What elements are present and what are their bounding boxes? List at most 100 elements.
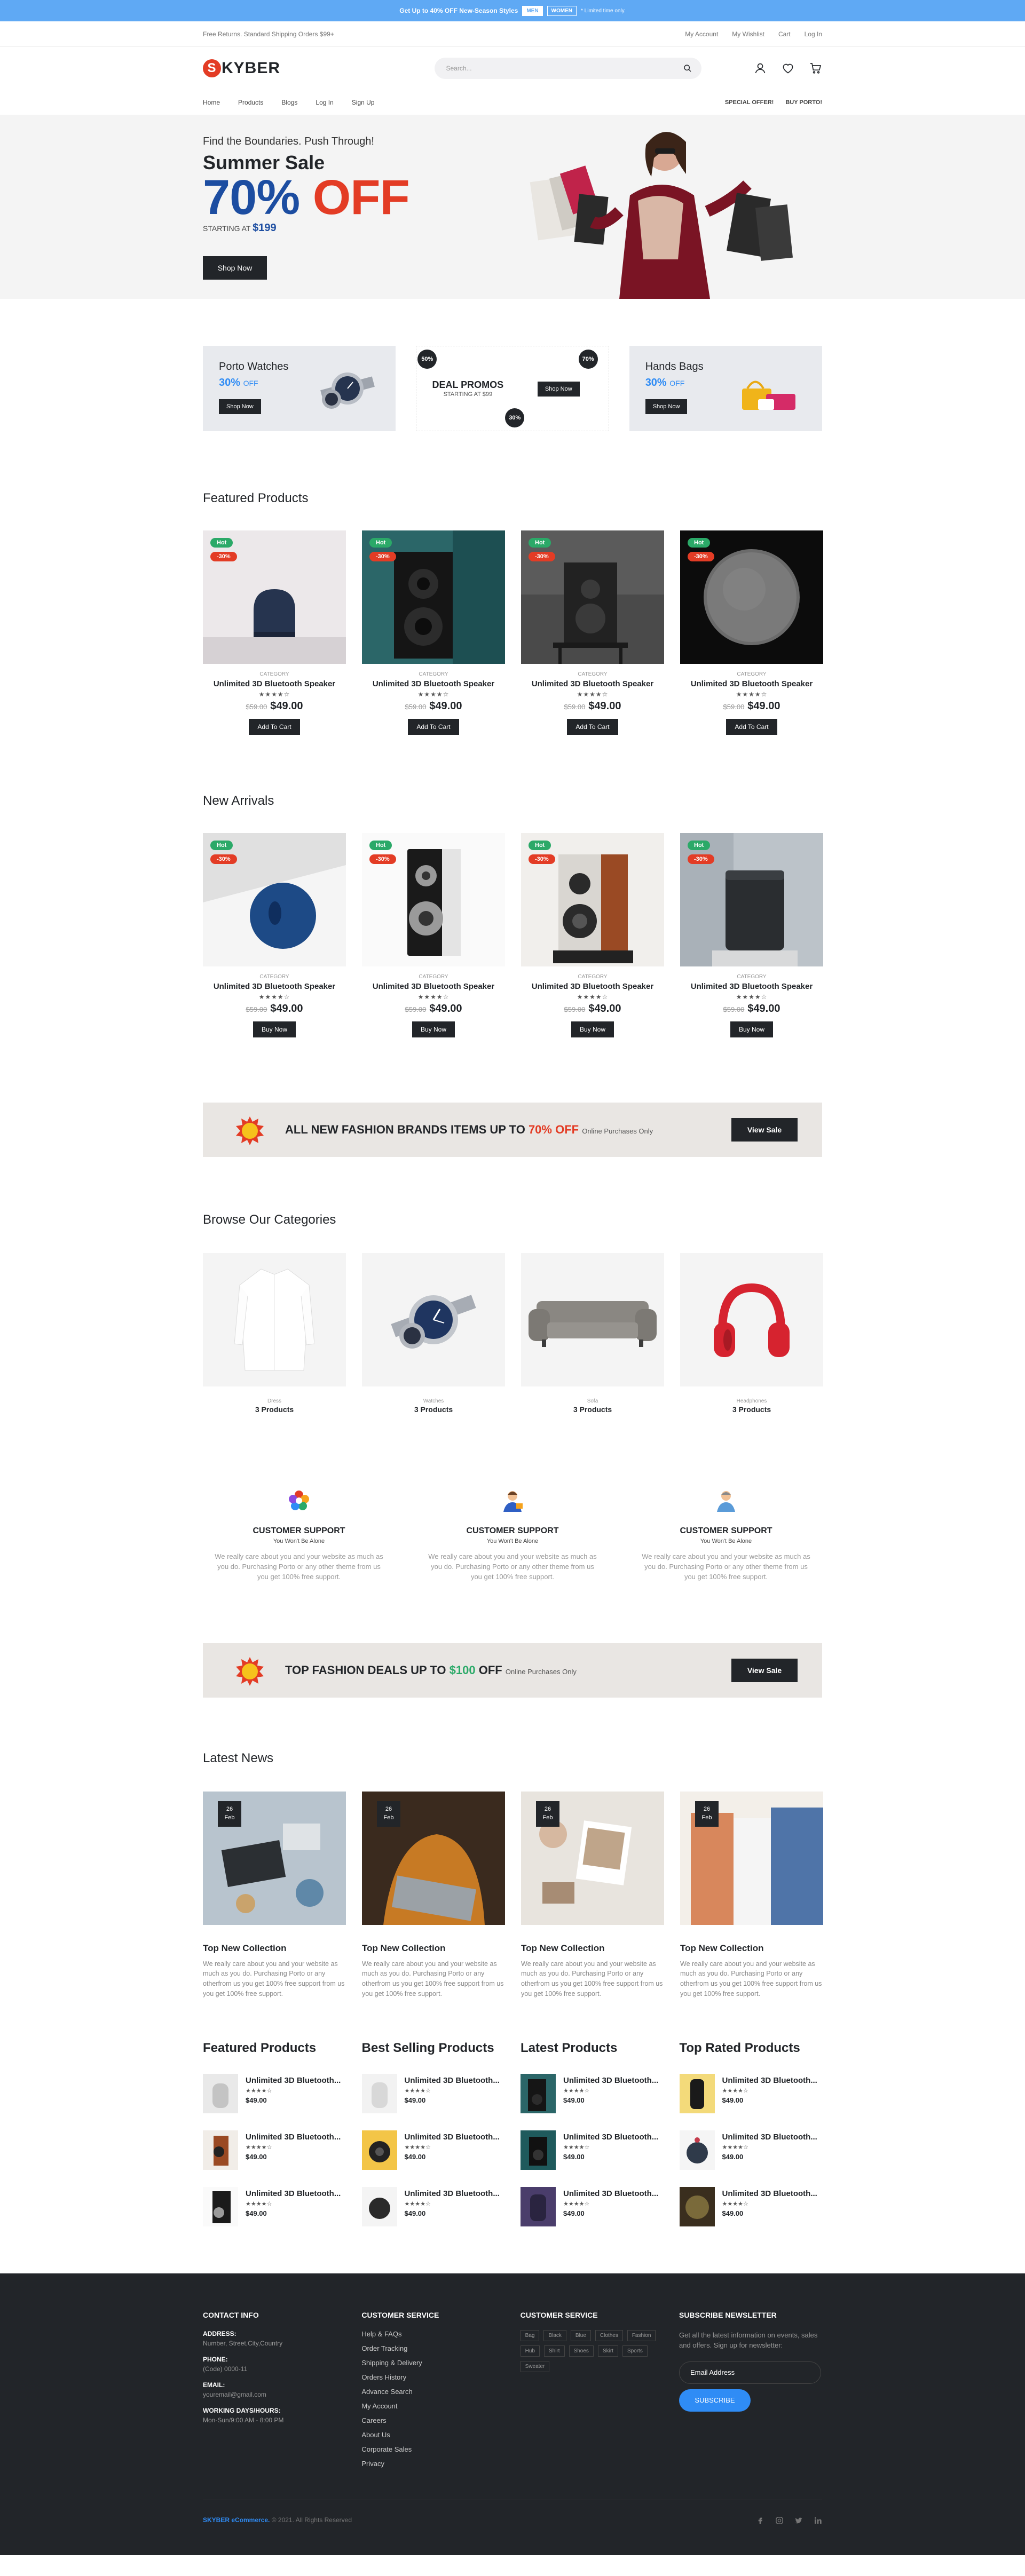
list-item[interactable]: Unlimited 3D Bluetooth... ★★★★☆ $49.00: [361, 2130, 505, 2170]
list-item[interactable]: Unlimited 3D Bluetooth... ★★★★☆ $49.00: [361, 2073, 505, 2113]
nav-signup[interactable]: Sign Up: [352, 99, 375, 106]
product-name[interactable]: Unlimited 3D Bluetooth Speaker: [203, 982, 346, 991]
view-sale-button[interactable]: View Sale: [731, 1658, 798, 1682]
news-image[interactable]: 26 Feb: [680, 1791, 823, 1925]
product-image[interactable]: Hot -30%: [521, 530, 664, 664]
news-card[interactable]: 26 Feb Top New Collection We really care …: [680, 1791, 823, 1999]
nav-login[interactable]: Log In: [316, 99, 333, 106]
twitter-icon[interactable]: [794, 2516, 803, 2525]
list-item[interactable]: Unlimited 3D Bluetooth... ★★★★☆ $49.00: [521, 2130, 664, 2170]
list-item[interactable]: Unlimited 3D Bluetooth... ★★★★☆ $49.00: [361, 2186, 505, 2226]
tag-item[interactable]: Hub: [520, 2345, 540, 2357]
buy-now-button[interactable]: Buy Now: [730, 1021, 774, 1037]
buy-now-button[interactable]: Buy Now: [412, 1021, 455, 1037]
product-card[interactable]: Hot -30% CATEGORY Unlimited 3D Bluetooth…: [680, 530, 823, 735]
news-card[interactable]: 26 Feb Top New Collection We really care …: [203, 1791, 346, 1999]
news-title-link[interactable]: Top New Collection: [521, 1943, 664, 1954]
banner-shop-now-button[interactable]: Shop Now: [645, 399, 688, 414]
footer-link[interactable]: Help & FAQs: [361, 2330, 504, 2338]
banner-shop-now-button[interactable]: Shop Now: [219, 399, 261, 414]
news-card[interactable]: 26 Feb Top New Collection We really care …: [521, 1791, 664, 1999]
list-item[interactable]: Unlimited 3D Bluetooth... ★★★★☆ $49.00: [679, 2130, 823, 2170]
banner-deal-promos[interactable]: 50% 70% 30% DEAL PROMOS STARTING AT $99 …: [416, 346, 609, 431]
category-image[interactable]: [680, 1253, 823, 1386]
list-item-name[interactable]: Unlimited 3D Bluetooth...: [405, 2189, 500, 2198]
product-card[interactable]: Hot -30% CATEGORY Unlimited 3D Bluetooth…: [203, 833, 346, 1037]
nav-products[interactable]: Products: [238, 99, 263, 106]
tag-item[interactable]: Fashion: [627, 2329, 656, 2341]
facebook-icon[interactable]: [756, 2516, 764, 2525]
hero-shop-now-button[interactable]: Shop Now: [203, 256, 267, 280]
heart-icon[interactable]: [782, 62, 794, 75]
my-wishlist-link[interactable]: My Wishlist: [732, 30, 764, 38]
news-image[interactable]: 26 Feb: [362, 1791, 505, 1925]
list-item[interactable]: Unlimited 3D Bluetooth... ★★★★☆ $49.00: [679, 2186, 823, 2226]
product-image[interactable]: Hot -30%: [521, 833, 664, 966]
news-title-link[interactable]: Top New Collection: [362, 1943, 505, 1954]
product-card[interactable]: Hot -30% CATEGORY Unlimited 3D Bluetooth…: [362, 833, 505, 1037]
list-item-name[interactable]: Unlimited 3D Bluetooth...: [722, 2189, 817, 2198]
list-item-name[interactable]: Unlimited 3D Bluetooth...: [405, 2133, 500, 2142]
tag-item[interactable]: Clothes: [595, 2329, 623, 2341]
add-to-cart-button[interactable]: Add To Cart: [567, 719, 618, 735]
tag-item[interactable]: Shirt: [544, 2345, 565, 2357]
product-name[interactable]: Unlimited 3D Bluetooth Speaker: [521, 679, 664, 688]
cart-icon[interactable]: [809, 62, 822, 75]
banner-watches[interactable]: Porto Watches 30% OFF Shop Now: [203, 346, 396, 431]
search-icon[interactable]: [683, 64, 692, 73]
my-account-link[interactable]: My Account: [685, 30, 718, 38]
category-image[interactable]: [203, 1253, 346, 1386]
product-card[interactable]: Hot -30% CATEGORY Unlimited 3D Bluetooth…: [521, 833, 664, 1037]
product-image[interactable]: Hot -30%: [680, 530, 823, 664]
product-name[interactable]: Unlimited 3D Bluetooth Speaker: [521, 982, 664, 991]
list-item[interactable]: Unlimited 3D Bluetooth... ★★★★☆ $49.00: [521, 2073, 664, 2113]
banner-handbags[interactable]: Hands Bags 30% OFF Shop Now: [629, 346, 822, 431]
product-image[interactable]: Hot -30%: [203, 833, 346, 966]
list-item[interactable]: Unlimited 3D Bluetooth... ★★★★☆ $49.00: [679, 2073, 823, 2113]
phone-value[interactable]: (Code) 0000-11: [203, 2365, 346, 2373]
product-name[interactable]: Unlimited 3D Bluetooth Speaker: [362, 982, 505, 991]
logo[interactable]: S KYBER: [203, 59, 280, 77]
user-icon[interactable]: [754, 62, 767, 75]
tag-item[interactable]: Blue: [570, 2329, 591, 2341]
product-name[interactable]: Unlimited 3D Bluetooth Speaker: [362, 679, 505, 688]
category-image[interactable]: [362, 1253, 505, 1386]
news-card[interactable]: 26 Feb Top New Collection We really care …: [362, 1791, 505, 1999]
instagram-icon[interactable]: [775, 2516, 784, 2525]
list-item-name[interactable]: Unlimited 3D Bluetooth...: [722, 2133, 817, 2142]
add-to-cart-button[interactable]: Add To Cart: [408, 719, 459, 735]
promo-men-button[interactable]: MEN: [522, 5, 543, 16]
footer-link[interactable]: My Account: [361, 2402, 504, 2410]
linkedin-icon[interactable]: [814, 2516, 822, 2525]
category-card[interactable]: Sofa 3 Products: [521, 1253, 664, 1414]
list-item-name[interactable]: Unlimited 3D Bluetooth...: [563, 2189, 658, 2198]
cart-link[interactable]: Cart: [778, 30, 791, 38]
news-title-link[interactable]: Top New Collection: [203, 1943, 346, 1954]
login-link[interactable]: Log In: [805, 30, 822, 38]
tag-item[interactable]: Shoes: [569, 2345, 594, 2357]
nav-blogs[interactable]: Blogs: [281, 99, 297, 106]
list-item-name[interactable]: Unlimited 3D Bluetooth...: [722, 2076, 817, 2085]
footer-link[interactable]: Careers: [361, 2416, 504, 2424]
product-card[interactable]: Hot -30% CATEGORY Unlimited 3D Bluetooth…: [521, 530, 664, 735]
email-value[interactable]: youremail@gmail.com: [203, 2391, 346, 2398]
view-sale-button[interactable]: View Sale: [731, 1118, 798, 1142]
list-item[interactable]: Unlimited 3D Bluetooth... ★★★★☆ $49.00: [203, 2130, 346, 2170]
list-item[interactable]: Unlimited 3D Bluetooth... ★★★★☆ $49.00: [203, 2073, 346, 2113]
tag-item[interactable]: Sports: [622, 2345, 648, 2357]
product-image[interactable]: Hot -30%: [680, 833, 823, 966]
news-image[interactable]: 26 Feb: [521, 1791, 664, 1925]
tag-item[interactable]: Bag: [520, 2329, 540, 2341]
tag-item[interactable]: Sweater: [520, 2360, 550, 2372]
subscribe-button[interactable]: SUBSCRIBE: [679, 2389, 751, 2412]
list-item-name[interactable]: Unlimited 3D Bluetooth...: [563, 2133, 658, 2142]
product-name[interactable]: Unlimited 3D Bluetooth Speaker: [680, 679, 823, 688]
list-item-name[interactable]: Unlimited 3D Bluetooth...: [246, 2133, 341, 2142]
list-item-name[interactable]: Unlimited 3D Bluetooth...: [246, 2076, 341, 2085]
footer-link[interactable]: Advance Search: [361, 2388, 504, 2396]
footer-link[interactable]: About Us: [361, 2431, 504, 2439]
search-input[interactable]: Search...: [434, 58, 701, 79]
footer-link[interactable]: Corporate Sales: [361, 2445, 504, 2453]
product-card[interactable]: Hot -30% CATEGORY Unlimited 3D Bluetooth…: [680, 833, 823, 1037]
add-to-cart-button[interactable]: Add To Cart: [726, 719, 777, 735]
